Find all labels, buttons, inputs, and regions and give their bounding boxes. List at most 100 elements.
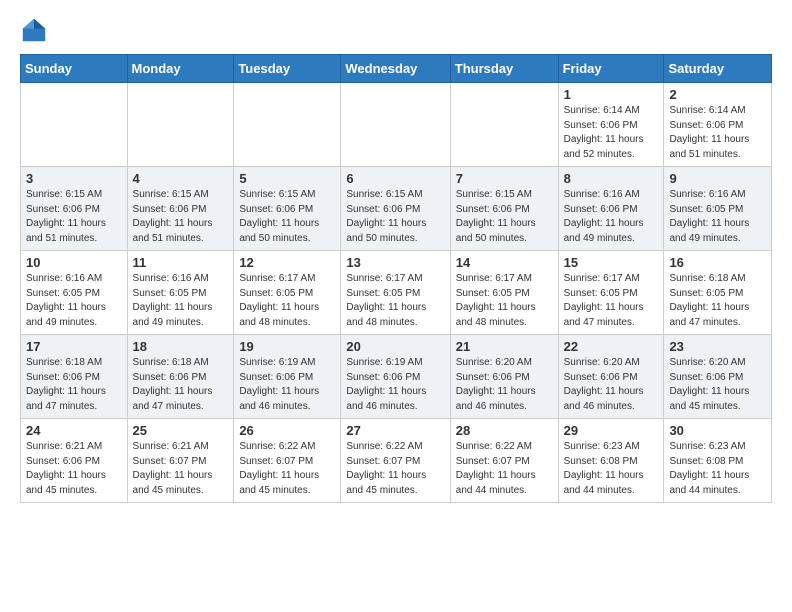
calendar-cell: 28 Sunrise: 6:22 AM Sunset: 6:07 PM Dayli… <box>450 419 558 503</box>
day-info: Sunrise: 6:18 AM Sunset: 6:06 PM Dayligh… <box>26 356 122 414</box>
day-number: 15 <box>564 255 659 270</box>
day-number: 13 <box>346 255 444 270</box>
week-row-0: 1 Sunrise: 6:14 AM Sunset: 6:06 PM Daylig… <box>21 83 772 167</box>
day-number: 23 <box>669 339 766 354</box>
calendar-cell: 2 Sunrise: 6:14 AM Sunset: 6:06 PM Daylig… <box>664 83 772 167</box>
day-number: 12 <box>239 255 335 270</box>
calendar-cell: 9 Sunrise: 6:16 AM Sunset: 6:05 PM Daylig… <box>664 167 772 251</box>
calendar-cell <box>127 83 234 167</box>
calendar-cell <box>234 83 341 167</box>
day-number: 5 <box>239 171 335 186</box>
day-info: Sunrise: 6:16 AM Sunset: 6:05 PM Dayligh… <box>26 272 122 330</box>
day-number: 9 <box>669 171 766 186</box>
day-info: Sunrise: 6:16 AM Sunset: 6:05 PM Dayligh… <box>669 188 766 246</box>
day-number: 3 <box>26 171 122 186</box>
day-info: Sunrise: 6:23 AM Sunset: 6:08 PM Dayligh… <box>669 440 766 498</box>
day-info: Sunrise: 6:14 AM Sunset: 6:06 PM Dayligh… <box>669 104 766 162</box>
day-info: Sunrise: 6:22 AM Sunset: 6:07 PM Dayligh… <box>346 440 444 498</box>
calendar-cell: 10Sunrise: 6:16 AM Sunset: 6:05 PM Dayli… <box>21 251 128 335</box>
weekday-header-tuesday: Tuesday <box>234 55 341 83</box>
day-info: Sunrise: 6:17 AM Sunset: 6:05 PM Dayligh… <box>346 272 444 330</box>
day-number: 30 <box>669 423 766 438</box>
day-number: 16 <box>669 255 766 270</box>
day-info: Sunrise: 6:21 AM Sunset: 6:06 PM Dayligh… <box>26 440 122 498</box>
day-info: Sunrise: 6:15 AM Sunset: 6:06 PM Dayligh… <box>26 188 122 246</box>
day-number: 24 <box>26 423 122 438</box>
day-number: 18 <box>133 339 229 354</box>
logo-icon <box>20 16 48 44</box>
week-row-1: 3 Sunrise: 6:15 AM Sunset: 6:06 PM Daylig… <box>21 167 772 251</box>
calendar-cell: 7 Sunrise: 6:15 AM Sunset: 6:06 PM Daylig… <box>450 167 558 251</box>
calendar-cell: 24 Sunrise: 6:21 AM Sunset: 6:06 PM Dayli… <box>21 419 128 503</box>
week-row-4: 24 Sunrise: 6:21 AM Sunset: 6:06 PM Dayli… <box>21 419 772 503</box>
calendar-cell: 26 Sunrise: 6:22 AM Sunset: 6:07 PM Dayli… <box>234 419 341 503</box>
calendar-cell: 20Sunrise: 6:19 AM Sunset: 6:06 PM Dayli… <box>341 335 450 419</box>
calendar-cell: 22 Sunrise: 6:20 AM Sunset: 6:06 PM Dayli… <box>558 335 664 419</box>
calendar-cell: 27 Sunrise: 6:22 AM Sunset: 6:07 PM Dayli… <box>341 419 450 503</box>
day-info: Sunrise: 6:15 AM Sunset: 6:06 PM Dayligh… <box>456 188 553 246</box>
day-info: Sunrise: 6:20 AM Sunset: 6:06 PM Dayligh… <box>564 356 659 414</box>
day-info: Sunrise: 6:22 AM Sunset: 6:07 PM Dayligh… <box>239 440 335 498</box>
day-info: Sunrise: 6:14 AM Sunset: 6:06 PM Dayligh… <box>564 104 659 162</box>
calendar-cell: 14 Sunrise: 6:17 AM Sunset: 6:05 PM Dayli… <box>450 251 558 335</box>
day-info: Sunrise: 6:18 AM Sunset: 6:06 PM Dayligh… <box>133 356 229 414</box>
day-number: 4 <box>133 171 229 186</box>
day-info: Sunrise: 6:23 AM Sunset: 6:08 PM Dayligh… <box>564 440 659 498</box>
weekday-header-sunday: Sunday <box>21 55 128 83</box>
calendar-cell: 30 Sunrise: 6:23 AM Sunset: 6:08 PM Dayli… <box>664 419 772 503</box>
calendar-cell: 19 Sunrise: 6:19 AM Sunset: 6:06 PM Dayli… <box>234 335 341 419</box>
day-number: 28 <box>456 423 553 438</box>
weekday-header-saturday: Saturday <box>664 55 772 83</box>
day-number: 1 <box>564 87 659 102</box>
day-info: Sunrise: 6:17 AM Sunset: 6:05 PM Dayligh… <box>456 272 553 330</box>
day-number: 2 <box>669 87 766 102</box>
day-info: Sunrise: 6:15 AM Sunset: 6:06 PM Dayligh… <box>239 188 335 246</box>
day-info: Sunrise: 6:15 AM Sunset: 6:06 PM Dayligh… <box>133 188 229 246</box>
day-number: 22 <box>564 339 659 354</box>
calendar-cell <box>21 83 128 167</box>
day-info: Sunrise: 6:16 AM Sunset: 6:06 PM Dayligh… <box>564 188 659 246</box>
weekday-header-row: SundayMondayTuesdayWednesdayThursdayFrid… <box>21 55 772 83</box>
day-number: 8 <box>564 171 659 186</box>
calendar-cell: 25 Sunrise: 6:21 AM Sunset: 6:07 PM Dayli… <box>127 419 234 503</box>
day-number: 27 <box>346 423 444 438</box>
day-number: 26 <box>239 423 335 438</box>
calendar-cell: 16Sunrise: 6:18 AM Sunset: 6:05 PM Dayli… <box>664 251 772 335</box>
logo-area <box>20 16 52 44</box>
header <box>20 16 772 44</box>
calendar-cell: 11Sunrise: 6:16 AM Sunset: 6:05 PM Dayli… <box>127 251 234 335</box>
day-number: 21 <box>456 339 553 354</box>
calendar-cell: 6 Sunrise: 6:15 AM Sunset: 6:06 PM Daylig… <box>341 167 450 251</box>
day-info: Sunrise: 6:21 AM Sunset: 6:07 PM Dayligh… <box>133 440 229 498</box>
weekday-header-wednesday: Wednesday <box>341 55 450 83</box>
day-info: Sunrise: 6:19 AM Sunset: 6:06 PM Dayligh… <box>239 356 335 414</box>
calendar-cell <box>341 83 450 167</box>
day-info: Sunrise: 6:20 AM Sunset: 6:06 PM Dayligh… <box>456 356 553 414</box>
day-info: Sunrise: 6:19 AM Sunset: 6:06 PM Dayligh… <box>346 356 444 414</box>
calendar-cell <box>450 83 558 167</box>
day-info: Sunrise: 6:20 AM Sunset: 6:06 PM Dayligh… <box>669 356 766 414</box>
weekday-header-friday: Friday <box>558 55 664 83</box>
day-number: 25 <box>133 423 229 438</box>
day-number: 19 <box>239 339 335 354</box>
day-number: 7 <box>456 171 553 186</box>
calendar-cell: 15Sunrise: 6:17 AM Sunset: 6:05 PM Dayli… <box>558 251 664 335</box>
day-info: Sunrise: 6:15 AM Sunset: 6:06 PM Dayligh… <box>346 188 444 246</box>
day-number: 14 <box>456 255 553 270</box>
day-number: 17 <box>26 339 122 354</box>
weekday-header-thursday: Thursday <box>450 55 558 83</box>
calendar-cell: 5 Sunrise: 6:15 AM Sunset: 6:06 PM Daylig… <box>234 167 341 251</box>
week-row-3: 17 Sunrise: 6:18 AM Sunset: 6:06 PM Dayli… <box>21 335 772 419</box>
day-info: Sunrise: 6:22 AM Sunset: 6:07 PM Dayligh… <box>456 440 553 498</box>
calendar: SundayMondayTuesdayWednesdayThursdayFrid… <box>20 54 772 503</box>
day-number: 29 <box>564 423 659 438</box>
weekday-header-monday: Monday <box>127 55 234 83</box>
calendar-cell: 12 Sunrise: 6:17 AM Sunset: 6:05 PM Dayli… <box>234 251 341 335</box>
day-info: Sunrise: 6:17 AM Sunset: 6:05 PM Dayligh… <box>239 272 335 330</box>
calendar-cell: 17 Sunrise: 6:18 AM Sunset: 6:06 PM Dayli… <box>21 335 128 419</box>
day-number: 6 <box>346 171 444 186</box>
calendar-cell: 18 Sunrise: 6:18 AM Sunset: 6:06 PM Dayli… <box>127 335 234 419</box>
calendar-cell: 8 Sunrise: 6:16 AM Sunset: 6:06 PM Daylig… <box>558 167 664 251</box>
calendar-cell: 23 Sunrise: 6:20 AM Sunset: 6:06 PM Dayli… <box>664 335 772 419</box>
day-number: 11 <box>133 255 229 270</box>
